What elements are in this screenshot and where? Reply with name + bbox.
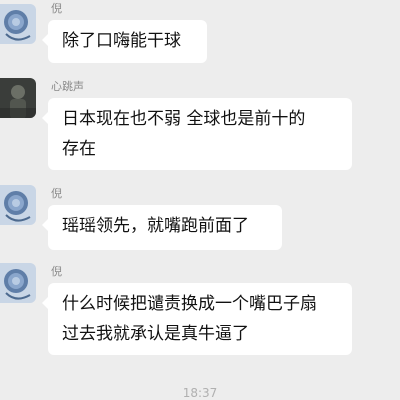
- message-bubble[interactable]: 瑶瑶领先，就嘴跑前面了: [42, 205, 282, 250]
- sender-name: 倪: [51, 187, 62, 200]
- rose-avatar[interactable]: [0, 185, 36, 225]
- rose-avatar[interactable]: [0, 263, 36, 303]
- sender-name: 倪: [51, 2, 62, 15]
- message-bubble[interactable]: 除了口嗨能干球: [42, 20, 207, 63]
- message-bubble[interactable]: 什么时候把谴责换成一个嘴巴子扇 过去我就承认是真牛逼了: [42, 283, 352, 355]
- message-bubble[interactable]: 日本现在也不弱 全球也是前十的 存在: [42, 98, 352, 170]
- chat-timestamp: 18:37: [182, 386, 218, 400]
- dark-photo-avatar[interactable]: [0, 78, 36, 118]
- rose-avatar[interactable]: [0, 4, 36, 44]
- sender-name: 心跳声: [51, 80, 84, 93]
- sender-name: 倪: [51, 265, 62, 278]
